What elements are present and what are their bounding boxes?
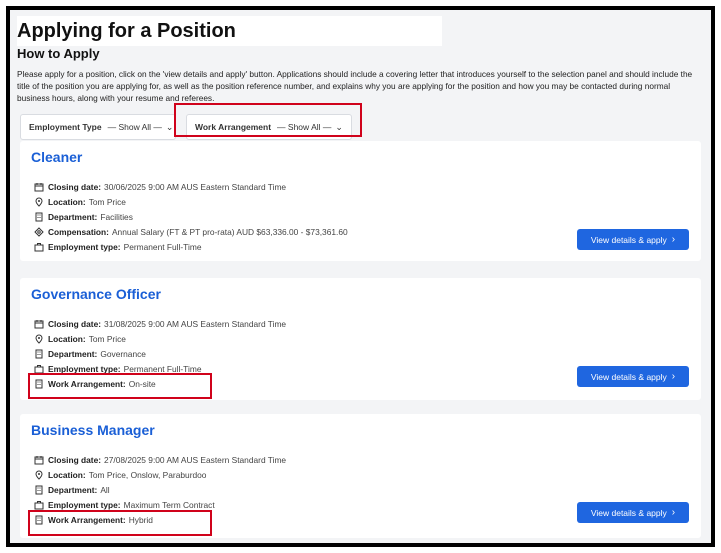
job-card-cleaner: Cleaner Closing date: 30/06/2025 9:00 AM… [20,141,701,261]
location-pin-icon [35,197,43,207]
job-title-link[interactable]: Governance Officer [31,286,161,302]
header-blank-area [218,16,442,46]
view-details-apply-button[interactable]: View details & apply › [577,229,689,250]
meta-value: Facilities [100,211,133,222]
work-arrangement-filter[interactable]: Work Arrangement — Show All — ⌄ [186,114,352,140]
employment-type-row: Employment type: Permanent Full-Time [34,361,286,376]
button-label: View details & apply [590,371,667,382]
view-details-apply-button[interactable]: View details & apply › [577,502,689,523]
meta-key: Location: [48,196,86,207]
meta-key: Employment type: [48,499,121,510]
department-row: Department: Facilities [34,209,348,224]
meta-value: Governance [100,348,146,359]
meta-value: 27/08/2025 9:00 AM AUS Eastern Standard … [104,454,287,465]
meta-value: Annual Salary (FT & PT pro-rata) AUD $63… [111,226,348,237]
chevron-right-icon: › [671,234,676,245]
intro-paragraph: Please apply for a position, click on th… [17,69,693,103]
location-pin-icon [35,334,43,344]
work-arrangement-row: Work Arrangement: On-site [34,376,286,391]
meta-key: Department: [48,348,98,359]
briefcase-icon [34,500,44,509]
job-meta: Closing date: 27/08/2025 9:00 AM AUS Eas… [34,452,286,527]
meta-value: All [100,484,110,495]
chevron-down-icon: ⌄ [165,121,174,132]
meta-key: Compensation: [48,226,109,237]
money-icon [34,226,44,237]
calendar-icon [34,182,44,191]
building-icon [35,349,43,358]
meta-value: On-site [128,378,156,389]
building-icon [35,515,43,524]
meta-key: Employment type: [48,241,121,252]
meta-key: Closing date: [48,454,102,465]
filter-label: Employment Type [29,122,102,132]
meta-key: Location: [48,469,86,480]
meta-value: Tom Price, Onslow, Paraburdoo [88,469,207,480]
department-row: Department: All [34,482,286,497]
calendar-icon [34,319,44,328]
location-row: Location: Tom Price [34,331,286,346]
meta-value: 30/06/2025 9:00 AM AUS Eastern Standard … [104,181,287,192]
meta-key: Closing date: [48,318,102,329]
filter-label: Work Arrangement [195,122,272,132]
location-pin-icon [35,470,43,480]
building-icon [35,212,43,221]
location-row: Location: Tom Price, Onslow, Paraburdoo [34,467,286,482]
meta-value: Tom Price [88,333,126,344]
closing-date-row: Closing date: 27/08/2025 9:00 AM AUS Eas… [34,452,286,467]
briefcase-icon [34,364,44,373]
chevron-right-icon: › [671,507,676,518]
compensation-row: Compensation: Annual Salary (FT & PT pro… [34,224,348,239]
button-label: View details & apply [590,507,667,518]
button-label: View details & apply [590,234,667,245]
meta-value: Hybrid [128,514,153,525]
building-icon [35,379,43,388]
meta-key: Closing date: [48,181,102,192]
job-title-link[interactable]: Cleaner [31,149,82,165]
meta-value: 31/08/2025 9:00 AM AUS Eastern Standard … [104,318,287,329]
meta-key: Department: [48,484,98,495]
employment-type-filter[interactable]: Employment Type — Show All — ⌄ [20,114,176,140]
employment-type-row: Employment type: Maximum Term Contract [34,497,286,512]
job-card-business-manager: Business Manager Closing date: 27/08/202… [20,414,701,538]
meta-value: Permanent Full-Time [123,363,202,374]
meta-value: Tom Price [88,196,126,207]
closing-date-row: Closing date: 31/08/2025 9:00 AM AUS Eas… [34,316,286,331]
job-meta: Closing date: 30/06/2025 9:00 AM AUS Eas… [34,179,348,254]
employment-type-row: Employment type: Permanent Full-Time [34,239,348,254]
job-meta: Closing date: 31/08/2025 9:00 AM AUS Eas… [34,316,286,391]
job-card-governance-officer: Governance Officer Closing date: 31/08/2… [20,278,701,400]
job-title-link[interactable]: Business Manager [31,422,155,438]
meta-key: Location: [48,333,86,344]
filter-value: — Show All — [107,122,162,132]
section-title: How to Apply [17,46,100,61]
department-row: Department: Governance [34,346,286,361]
meta-key: Employment type: [48,363,121,374]
chevron-right-icon: › [671,371,676,382]
meta-key: Department: [48,211,98,222]
meta-value: Permanent Full-Time [123,241,202,252]
chevron-down-icon: ⌄ [335,121,343,132]
building-icon [35,485,43,494]
filter-value: — Show All — [277,122,332,132]
meta-key: Work Arrangement: [48,514,126,525]
page-title: Applying for a Position [17,16,244,46]
closing-date-row: Closing date: 30/06/2025 9:00 AM AUS Eas… [34,179,348,194]
meta-key: Work Arrangement: [48,378,126,389]
calendar-icon [34,455,44,464]
screenshot-frame: Applying for a Position How to Apply Ple… [6,6,715,547]
location-row: Location: Tom Price [34,194,348,209]
briefcase-icon [34,242,44,251]
work-arrangement-row: Work Arrangement: Hybrid [34,512,286,527]
meta-value: Maximum Term Contract [123,499,215,510]
page-header: Applying for a Position How to Apply [10,10,711,74]
view-details-apply-button[interactable]: View details & apply › [577,366,689,387]
